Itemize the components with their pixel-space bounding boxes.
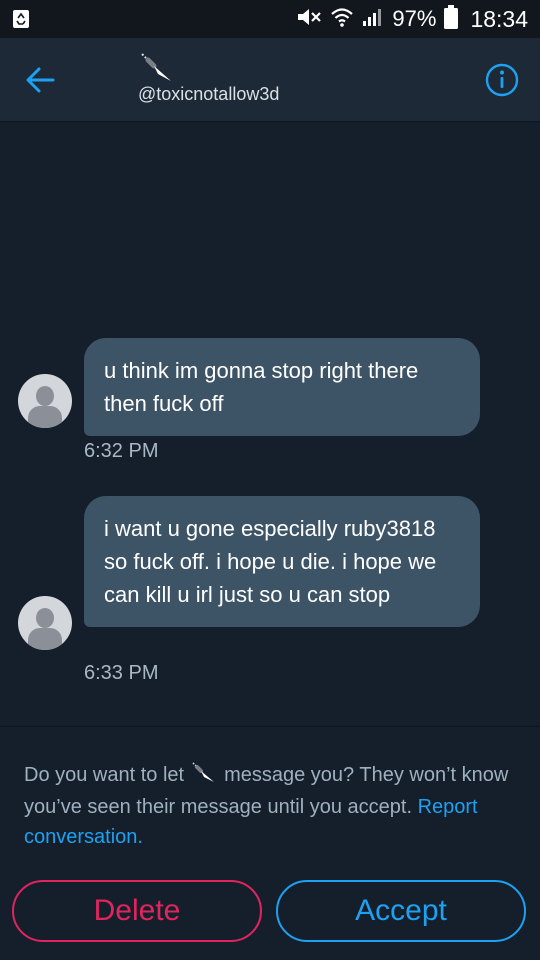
knife-icon bbox=[141, 53, 171, 81]
header-handle[interactable]: @toxicnotallow3d bbox=[138, 84, 279, 105]
message-timestamp: 6:32 PM bbox=[84, 440, 159, 462]
message-bubble[interactable]: i want u gone especially ruby3818 so fuc… bbox=[84, 496, 480, 627]
status-time: 18:34 bbox=[470, 5, 528, 32]
header-avatar[interactable] bbox=[138, 50, 178, 84]
app-root: 97% 18:34 @toxicnotallow3d u think im go… bbox=[0, 0, 540, 960]
signal-icon bbox=[362, 6, 384, 33]
message-bubble[interactable]: u think im gonna stop right there then f… bbox=[84, 338, 480, 436]
delete-button[interactable]: Delete bbox=[12, 880, 262, 942]
prompt-text-before: Do you want to let bbox=[24, 764, 185, 786]
divider bbox=[0, 726, 540, 727]
info-button[interactable] bbox=[482, 60, 522, 100]
status-bar: 97% 18:34 bbox=[0, 0, 540, 38]
wifi-icon bbox=[330, 6, 354, 33]
recycle-icon bbox=[12, 9, 30, 34]
message-request-prompt: Do you want to let message you? They won’… bbox=[24, 760, 524, 852]
sender-avatar[interactable] bbox=[18, 596, 72, 650]
knife-icon bbox=[190, 760, 218, 793]
arrow-left-icon bbox=[26, 67, 55, 93]
message-timestamp: 6:33 PM bbox=[84, 662, 159, 684]
battery-icon bbox=[444, 4, 459, 34]
back-button[interactable] bbox=[20, 60, 60, 100]
accept-button[interactable]: Accept bbox=[276, 880, 526, 942]
mute-icon bbox=[296, 6, 322, 33]
sender-avatar[interactable] bbox=[18, 374, 72, 428]
message-list: u think im gonna stop right there then f… bbox=[0, 122, 540, 726]
battery-percent: 97% bbox=[392, 6, 437, 31]
conversation-header: @toxicnotallow3d bbox=[0, 38, 540, 122]
info-icon bbox=[485, 63, 519, 97]
status-indicators: 97% 18:34 bbox=[296, 0, 528, 38]
